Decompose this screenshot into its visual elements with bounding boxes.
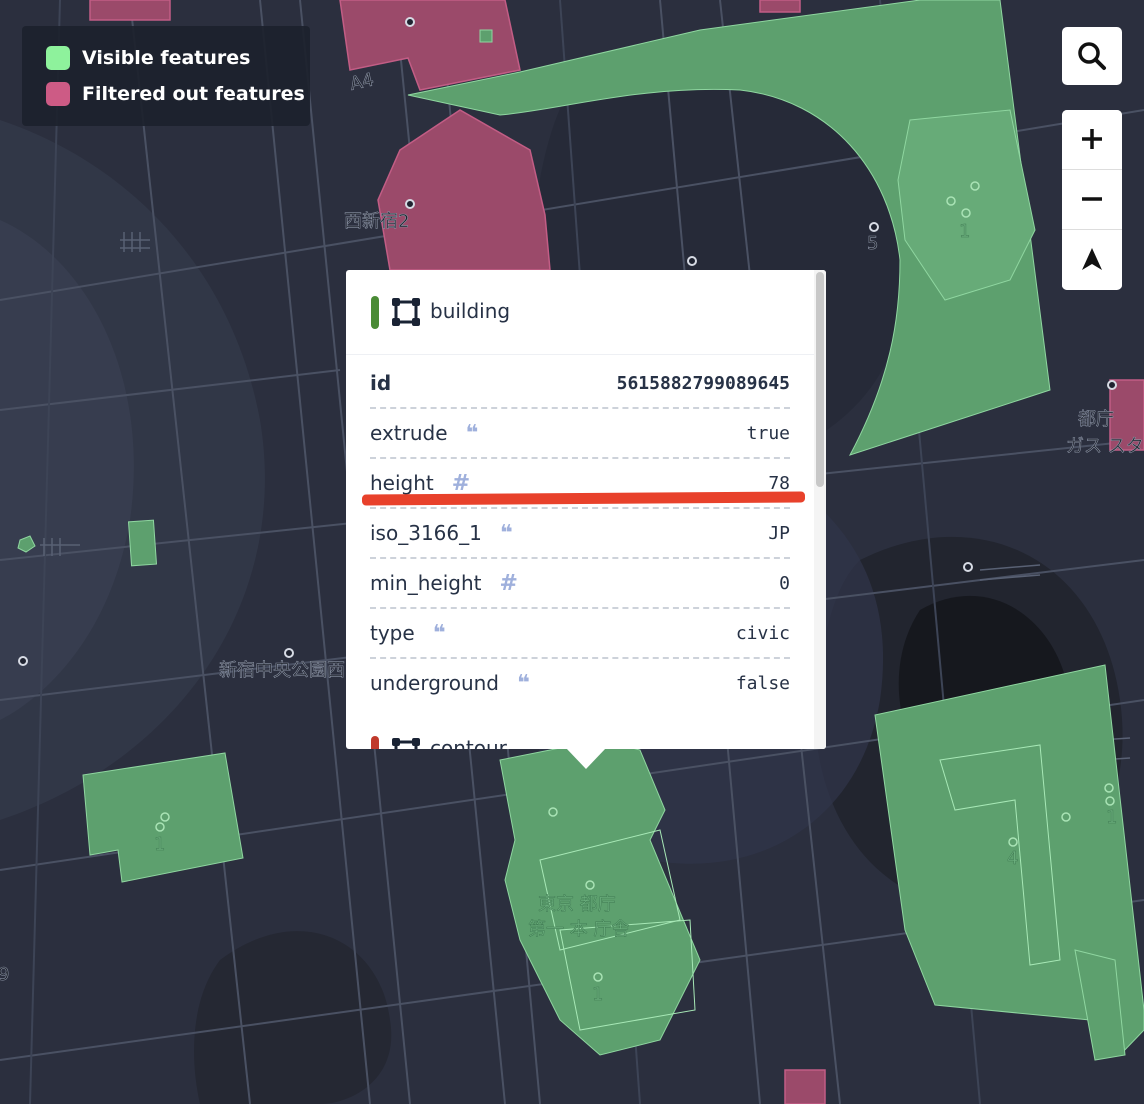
map-label-line2: ガス スタ [1066,436,1144,457]
layer-name: contour [430,736,507,749]
property-key: extrude [370,421,448,445]
legend-item-visible: Visible features [46,46,250,70]
popup-tip [566,748,606,769]
property-key: type [370,621,415,645]
map-label-building: 東京 都庁 [538,894,616,915]
property-key-wrap: extrude ❝ [370,421,478,446]
legend-label-visible: Visible features [82,47,251,69]
property-value: JP [768,522,790,544]
map-label-number: 9 [0,964,9,985]
map-label-park: 新宿中央公園西 [219,660,345,681]
layer-color-bar [371,736,379,749]
number-type-icon: # [451,470,471,496]
property-row: id 5615882799089645 [370,359,790,409]
property-row: type ❝ civic [370,609,790,659]
property-value: civic [735,622,790,644]
legend-panel: Visible features Filtered out features [22,26,310,126]
plus-icon [1082,129,1102,149]
search-icon [1078,42,1106,70]
property-key: iso_3166_1 [370,521,482,545]
popup-layer-header: building [346,270,814,355]
zoom-out-button[interactable] [1062,170,1122,228]
property-key: id [370,371,392,395]
map-label-line1: 都庁 [1078,409,1114,430]
layer-color-bar [371,296,379,329]
map-label-number: 1 [154,834,165,855]
property-row: min_height # 0 [370,559,790,609]
property-value: 78 [768,472,790,494]
property-key-wrap: type ❝ [370,621,446,646]
property-list: id 5615882799089645 extrude ❝ true height… [370,359,790,707]
popup-scroll-thumb[interactable] [816,272,824,487]
feature-popup[interactable]: building id 5615882799089645 extrude ❝ tr… [346,270,826,749]
property-value: false [735,672,790,694]
property-key: underground [370,671,499,695]
navigation-controls [1062,110,1122,290]
map-label-number: 5 [867,233,878,254]
map-label-number: 4 [1007,848,1018,869]
property-key: min_height [370,571,482,595]
map-label-building: 第一 本 庁舎 [528,919,629,940]
minus-icon [1082,197,1102,201]
layer-name: building [430,299,511,323]
property-key-wrap: underground ❝ [370,671,530,696]
property-row: extrude ❝ true [370,409,790,459]
small-building [479,29,493,43]
property-value: 0 [779,572,790,594]
legend-item-filtered: Filtered out features [46,82,305,106]
legend-swatch-filtered [46,82,70,106]
property-key-wrap: iso_3166_1 ❝ [370,521,513,546]
compass-button[interactable] [1062,230,1122,288]
legend-swatch-visible [46,46,70,70]
search-button[interactable] [1062,27,1122,85]
polygon-icon [392,298,420,326]
string-type-icon: ❝ [516,670,530,696]
map-label-district: 西新宿2 [344,211,409,232]
map-label-number: 1 [592,984,603,1005]
string-type-icon: ❝ [499,520,513,546]
zoom-in-button[interactable] [1062,110,1122,168]
compass-arrow-icon [1082,248,1102,270]
map-label-number: 1 [959,221,970,242]
property-key-wrap: min_height # [370,571,518,596]
property-value: 5615882799089645 [616,372,790,394]
number-type-icon: # [499,570,518,596]
string-type-icon: ❝ [465,420,479,446]
property-row: underground ❝ false [370,659,790,707]
map-label-number: 1 [1106,807,1117,828]
property-row: iso_3166_1 ❝ JP [370,509,790,559]
popup-scrollbar[interactable] [814,270,826,749]
property-key-wrap: height # [370,471,470,496]
polygon-icon [392,738,420,749]
property-key: height [370,471,434,495]
property-value: true [746,422,790,444]
string-type-icon: ❝ [432,620,446,646]
legend-label-filtered: Filtered out features [82,83,305,105]
